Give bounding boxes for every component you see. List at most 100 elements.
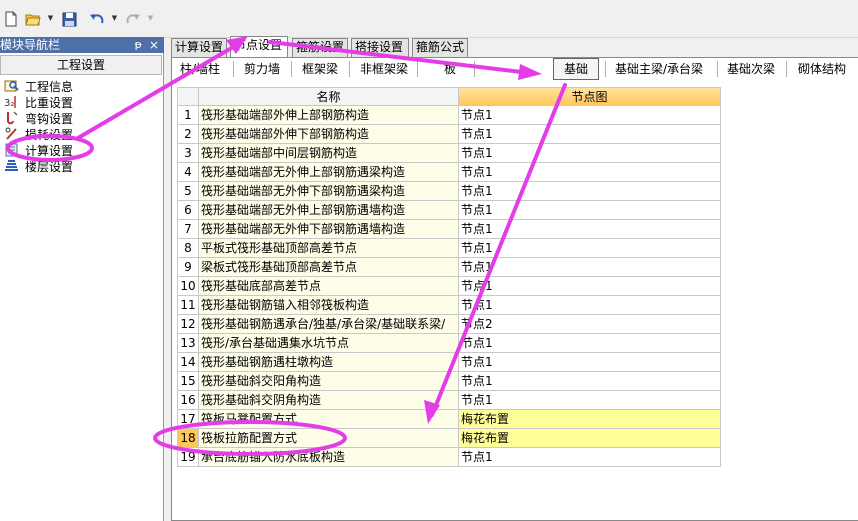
open-folder-icon[interactable]: [25, 11, 41, 27]
row-node[interactable]: 节点1: [459, 448, 721, 467]
close-icon[interactable]: ×: [149, 37, 159, 53]
row-node[interactable]: 梅花布置: [459, 429, 721, 448]
row-node[interactable]: 节点1: [459, 239, 721, 258]
nav-item-loss-settings[interactable]: 损耗设置: [4, 126, 73, 142]
row-node[interactable]: 梅花布置: [459, 410, 721, 429]
row-number: 5: [177, 182, 199, 201]
row-name: 筏形基础钢筋锚入相邻筏板构造: [199, 296, 459, 315]
subtab-slab[interactable]: 板: [442, 58, 458, 80]
table-row[interactable]: 1 筏形基础端部外伸上部钢筋构造 节点1: [177, 106, 721, 125]
tab-stirrup-formula[interactable]: 箍筋公式: [412, 38, 468, 57]
row-node[interactable]: 节点1: [459, 258, 721, 277]
row-node[interactable]: 节点1: [459, 163, 721, 182]
row-name: 筏形基础钢筋遇柱墩构造: [199, 353, 459, 372]
hook-icon: [4, 111, 20, 125]
table-row[interactable]: 17 筏板马凳配置方式 梅花布置: [177, 410, 721, 429]
row-node[interactable]: 节点1: [459, 353, 721, 372]
new-file-icon[interactable]: [3, 11, 19, 27]
table-row[interactable]: 11 筏形基础钢筋锚入相邻筏板构造 节点1: [177, 296, 721, 315]
loss-icon: [4, 127, 20, 141]
row-node[interactable]: 节点1: [459, 391, 721, 410]
row-node[interactable]: 节点1: [459, 182, 721, 201]
row-node[interactable]: 节点1: [459, 125, 721, 144]
row-number: 2: [177, 125, 199, 144]
nav-item-floor-settings[interactable]: 楼层设置: [4, 158, 73, 174]
header-node[interactable]: 节点图: [459, 87, 721, 106]
table-row[interactable]: 15 筏形基础斜交阳角构造 节点1: [177, 372, 721, 391]
table-row[interactable]: 9 梁板式筏形基础顶部高差节点 节点1: [177, 258, 721, 277]
nav-item-weight-settings[interactable]: 3₂ 比重设置: [4, 94, 73, 110]
row-number: 18: [177, 429, 199, 448]
redo-icon[interactable]: [125, 11, 141, 27]
table-row[interactable]: 10 筏形基础底部高差节点 节点1: [177, 277, 721, 296]
table-row[interactable]: 19 承台底筋锚入防水底板构造 节点1: [177, 448, 721, 467]
pin-icon[interactable]: ᵽ: [135, 37, 142, 53]
nav-item-label: 工程信息: [25, 79, 74, 94]
module-nav-title: 模块导航栏: [0, 38, 61, 52]
chevron-down-icon[interactable]: ▼: [147, 14, 154, 24]
tab-calc-settings[interactable]: 计算设置: [171, 38, 227, 57]
table-row[interactable]: 14 筏形基础钢筋遇柱墩构造 节点1: [177, 353, 721, 372]
row-node[interactable]: 节点2: [459, 315, 721, 334]
subtab-masonry[interactable]: 砌体结构: [796, 58, 848, 80]
subtab-divider: [349, 61, 350, 77]
nav-item-hook-settings[interactable]: 弯钩设置: [4, 110, 73, 126]
row-name: 梁板式筏形基础顶部高差节点: [199, 258, 459, 277]
table-row[interactable]: 5 筏形基础端部无外伸下部钢筋遇梁构造 节点1: [177, 182, 721, 201]
subtab-column[interactable]: 柱/墙柱: [178, 58, 222, 80]
subtab-foundation-secondary-beam[interactable]: 基础次梁: [725, 58, 777, 80]
row-number: 19: [177, 448, 199, 467]
row-node[interactable]: 节点1: [459, 334, 721, 353]
chevron-down-icon[interactable]: ▼: [111, 14, 118, 24]
subtab-divider: [717, 61, 718, 77]
nav-item-calc-settings[interactable]: 计算设置: [4, 142, 73, 158]
row-node[interactable]: 节点1: [459, 144, 721, 163]
subtab-non-frame-beam[interactable]: 非框架梁: [358, 58, 410, 80]
row-number: 12: [177, 315, 199, 334]
tab-stirrup-settings[interactable]: 箍筋设置: [292, 38, 348, 57]
table-row[interactable]: 12 筏形基础钢筋遇承台/独基/承台梁/基础联系梁/ 节点2: [177, 315, 721, 334]
subtab-frame-beam[interactable]: 框架梁: [300, 58, 340, 80]
row-name: 筏形基础钢筋遇承台/独基/承台梁/基础联系梁/: [199, 315, 459, 334]
tab-lap-settings[interactable]: 搭接设置: [351, 38, 409, 57]
weight-icon: 3₂: [4, 95, 20, 109]
save-icon[interactable]: [61, 11, 77, 27]
undo-icon[interactable]: [89, 11, 105, 27]
row-name: 筏形基础斜交阳角构造: [199, 372, 459, 391]
tab-node-settings[interactable]: 节点设置: [230, 36, 288, 57]
row-node[interactable]: 节点1: [459, 372, 721, 391]
subtab-divider: [417, 61, 418, 77]
subtab-shear-wall[interactable]: 剪力墙: [242, 58, 282, 80]
row-name: 筏板拉筋配置方式: [199, 429, 459, 448]
row-number: 11: [177, 296, 199, 315]
table-row[interactable]: 3 筏形基础端部中间层钢筋构造 节点1: [177, 144, 721, 163]
row-name: 筏形/承台基础遇集水坑节点: [199, 334, 459, 353]
row-name: 筏板马凳配置方式: [199, 410, 459, 429]
table-row[interactable]: 6 筏形基础端部无外伸上部钢筋遇墙构造 节点1: [177, 201, 721, 220]
row-number: 1: [177, 106, 199, 125]
row-name: 筏形基础端部无外伸上部钢筋遇梁构造: [199, 163, 459, 182]
table-row[interactable]: 2 筏形基础端部外伸下部钢筋构造 节点1: [177, 125, 721, 144]
row-node[interactable]: 节点1: [459, 201, 721, 220]
row-node[interactable]: 节点1: [459, 106, 721, 125]
table-row[interactable]: 16 筏形基础斜交阴角构造 节点1: [177, 391, 721, 410]
row-node[interactable]: 节点1: [459, 277, 721, 296]
chevron-down-icon[interactable]: ▼: [47, 14, 54, 24]
nav-section-title[interactable]: 工程设置: [0, 55, 162, 75]
table-row[interactable]: 4 筏形基础端部无外伸上部钢筋遇梁构造 节点1: [177, 163, 721, 182]
nav-item-project-info[interactable]: 工程信息: [4, 78, 73, 94]
nav-item-label: 计算设置: [25, 143, 74, 158]
floor-icon: [4, 159, 20, 173]
row-number: 14: [177, 353, 199, 372]
subtab-foundation-main-beam[interactable]: 基础主梁/承台梁: [613, 58, 705, 80]
table-row[interactable]: 7 筏形基础端部无外伸下部钢筋遇墙构造 节点1: [177, 220, 721, 239]
subtab-foundation[interactable]: 基础: [553, 58, 599, 80]
table-row[interactable]: 13 筏形/承台基础遇集水坑节点 节点1: [177, 334, 721, 353]
table-row[interactable]: 8 平板式筏形基础顶部高差节点 节点1: [177, 239, 721, 258]
row-number: 16: [177, 391, 199, 410]
row-node[interactable]: 节点1: [459, 296, 721, 315]
header-name[interactable]: 名称: [199, 87, 459, 106]
row-number: 8: [177, 239, 199, 258]
row-node[interactable]: 节点1: [459, 220, 721, 239]
table-row[interactable]: 18 筏板拉筋配置方式 梅花布置: [177, 429, 721, 448]
